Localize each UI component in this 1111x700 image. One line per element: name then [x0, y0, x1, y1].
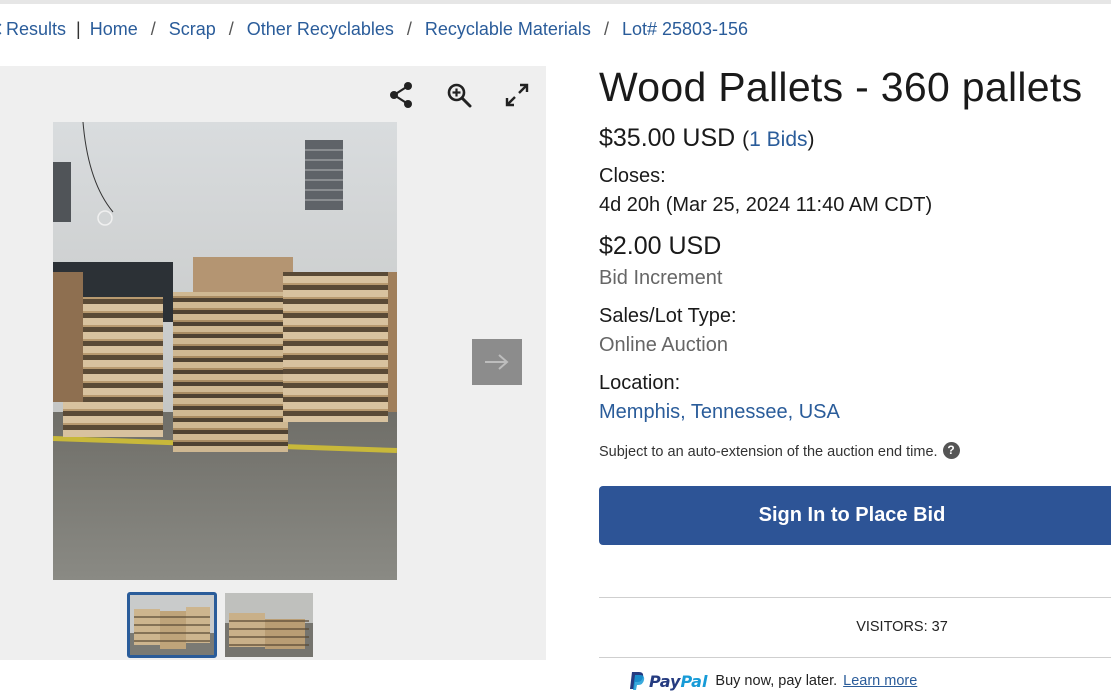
gallery-toolbar: [386, 80, 532, 110]
location-link[interactable]: Memphis, Tennessee, USA: [599, 401, 840, 424]
divider: [599, 597, 1111, 598]
bid-increment-value: $2.00 USD: [599, 232, 722, 260]
paypal-logo-pal: Pal: [680, 671, 708, 691]
lot-type-label: Sales/Lot Type:: [599, 305, 737, 327]
paypal-banner: PayPal Buy now, pay later. Learn more: [629, 671, 917, 691]
divider: [599, 657, 1111, 658]
bids-close-paren: ): [807, 128, 815, 151]
paypal-logo-pay: Pay: [649, 671, 681, 691]
auto-extension-note: Subject to an auto-extension of the auct…: [599, 441, 960, 460]
image-gallery: [0, 66, 546, 660]
breadcrumb-separator: /: [228, 18, 234, 39]
sign-in-to-bid-button[interactable]: Sign In to Place Bid: [599, 486, 1111, 545]
breadcrumb-recyclable-materials[interactable]: Recyclable Materials: [425, 19, 591, 40]
breadcrumb-scrap[interactable]: Scrap: [169, 19, 216, 40]
next-image-button[interactable]: [472, 339, 522, 385]
fullscreen-icon: [505, 83, 529, 107]
breadcrumb-home[interactable]: Home: [90, 19, 138, 40]
breadcrumb-separator: /: [150, 18, 156, 39]
pallets-photo: [53, 122, 397, 580]
thumbnail-1[interactable]: [127, 592, 217, 658]
breadcrumb-separator: /: [406, 18, 412, 39]
zoom-button[interactable]: [444, 80, 474, 110]
current-price-line: $35.00 USD (1 Bids): [599, 124, 815, 153]
share-button[interactable]: [386, 80, 416, 110]
bids-count-link[interactable]: 1 Bids: [749, 128, 807, 151]
thumbnail-image: [130, 595, 214, 655]
back-to-results-label: Results: [6, 18, 67, 39]
lot-type-value: Online Auction: [599, 334, 728, 356]
share-icon: [390, 82, 412, 108]
arrow-right-icon: [485, 354, 509, 370]
breadcrumb-lot-number[interactable]: Lot# 25803-156: [622, 19, 748, 40]
back-to-results-link[interactable]: Results: [0, 19, 66, 40]
zoom-in-icon: [447, 83, 472, 108]
thumbnail-image: [225, 593, 313, 657]
thumbnail-strip: [127, 592, 313, 658]
auto-extension-text: Subject to an auto-extension of the auct…: [599, 444, 938, 460]
paypal-logo: PayPal: [629, 671, 707, 691]
thumbnail-2[interactable]: [225, 593, 313, 657]
page-title: Wood Pallets - 360 pallets: [599, 64, 1083, 110]
main-listing-photo[interactable]: [53, 122, 397, 580]
help-icon[interactable]: ?: [942, 441, 960, 459]
learn-more-link[interactable]: Learn more: [843, 673, 917, 689]
breadcrumb: Results | Home / Scrap / Other Recyclabl…: [0, 17, 748, 41]
closes-value: 4d 20h (Mar 25, 2024 11:40 AM CDT): [599, 194, 933, 216]
breadcrumb-separator: /: [603, 18, 609, 39]
fullscreen-button[interactable]: [502, 80, 532, 110]
current-price: $35.00 USD: [599, 124, 736, 152]
paypal-icon: [630, 672, 645, 690]
breadcrumb-other-recyclables[interactable]: Other Recyclables: [247, 19, 394, 40]
closes-label: Closes:: [599, 165, 666, 187]
breadcrumb-divider: |: [76, 18, 81, 39]
chevron-left-icon: [0, 23, 6, 35]
visitors-count: VISITORS: 37: [856, 619, 948, 635]
bid-increment-label: Bid Increment: [599, 267, 723, 289]
paypal-message: Buy now, pay later.: [715, 673, 838, 689]
top-border: [0, 0, 1111, 4]
location-label: Location:: [599, 372, 681, 394]
